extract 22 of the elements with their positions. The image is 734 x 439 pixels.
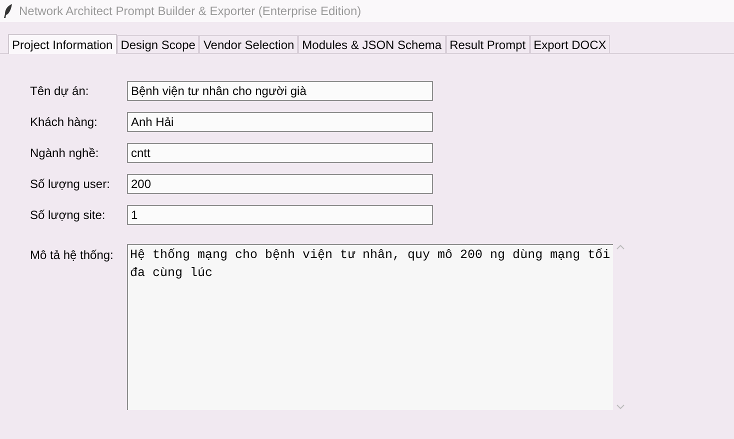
input-field[interactable]: Anh Hải [127,112,433,132]
input-field[interactable]: 200 [127,174,433,194]
field-label: Mô tả hệ thống: [30,247,114,264]
window-title: Network Architect Prompt Builder & Exporter (Enterprise Edition) [19,3,362,20]
scroll-up-icon[interactable] [616,244,625,250]
input-field[interactable]: 1 [127,205,433,225]
field-label: Khách hàng: [30,114,98,131]
tab[interactable]: Modules & JSON Schema [298,35,446,53]
tab[interactable]: Result Prompt [446,35,530,53]
tab[interactable]: Vendor Selection [199,35,298,53]
field-label: Tên dự án: [30,83,90,100]
tab[interactable]: Project Information [8,34,117,54]
field-label: Ngành nghề: [30,145,100,162]
scroll-down-icon[interactable] [616,404,625,410]
tab[interactable]: Export DOCX [530,35,610,53]
input-field[interactable]: cntt [127,143,433,163]
field-label: Số lượng user: [30,176,111,193]
input-field[interactable]: Bệnh viện tư nhân cho người già [127,81,433,101]
field-label: Số lượng site: [30,207,106,224]
description-field[interactable]: Hệ thống mạng cho bệnh viện tư nhân, quy mô 200 ng dùng mạng tối đa cùng lúc [127,244,613,410]
feather-icon [3,4,13,18]
tab[interactable]: Design Scope [116,35,200,53]
